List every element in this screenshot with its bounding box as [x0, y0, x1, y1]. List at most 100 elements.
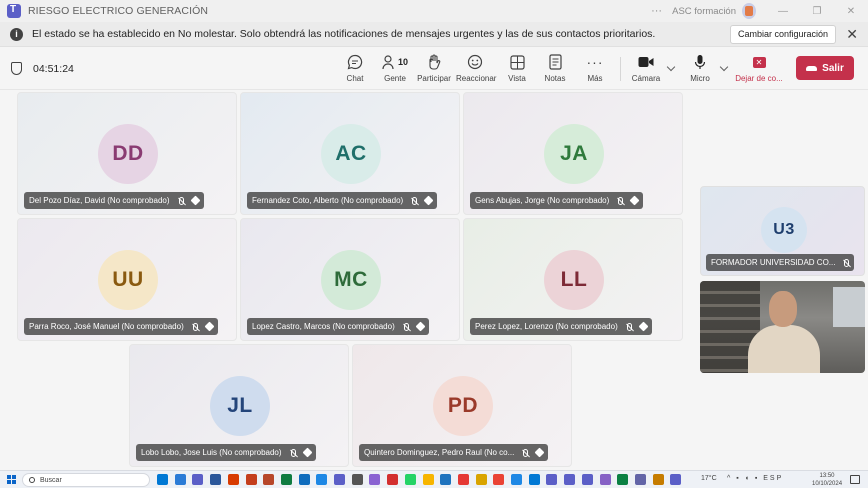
participant-avatar: PD — [433, 376, 493, 436]
taskbar-app-icon[interactable] — [263, 474, 275, 485]
system-tray-icons[interactable]: ^ ▪ ◖ ▪ ESP — [727, 475, 783, 482]
participant-name: Perez Lopez, Lorenzo (No comprobado) — [475, 322, 618, 331]
person-head — [769, 291, 797, 327]
participant-tile[interactable]: AC Fernandez Coto, Alberto (No comprobad… — [240, 92, 460, 215]
taskbar-app-icon[interactable] — [528, 474, 540, 485]
notifications-icon[interactable] — [850, 475, 860, 484]
participant-avatar: LL — [544, 250, 604, 310]
participant-tile[interactable]: PD Quintero Dominguez, Pedro Raul (No co… — [352, 344, 572, 467]
windows-taskbar: Buscar 17°C ^ ▪ ◖ ▪ ESP 13:50 10/10/2024 — [0, 470, 868, 488]
self-video-preview[interactable] — [700, 281, 865, 373]
leave-button[interactable]: Salir — [796, 56, 854, 80]
pin-icon[interactable] — [423, 195, 434, 206]
participant-tile[interactable]: MC Lopez Castro, Marcos (No comprobado) — [240, 218, 460, 341]
windows-start-icon[interactable] — [7, 475, 16, 484]
participant-name-tag: Lobo Lobo, Jose Luis (No comprobado) — [136, 444, 316, 461]
mic-muted-icon — [844, 258, 850, 267]
chat-label: Chat — [346, 74, 364, 83]
search-placeholder: Buscar — [40, 476, 62, 484]
taskbar-app-icon[interactable] — [511, 474, 522, 485]
pin-icon[interactable] — [534, 447, 545, 458]
taskbar-app-icon[interactable] — [652, 474, 664, 485]
taskbar-app-icon[interactable] — [546, 474, 558, 485]
microphone-label: Micro — [690, 74, 710, 83]
microphone-button[interactable]: Micro — [688, 53, 712, 85]
pin-icon[interactable] — [204, 321, 215, 332]
taskbar-app-icon[interactable] — [316, 474, 328, 485]
participant-name-tag: Parra Roco, José Manuel (No comprobado) — [24, 318, 218, 335]
profile-avatar-icon[interactable] — [742, 3, 756, 19]
taskbar-app-icon[interactable] — [475, 474, 487, 485]
info-icon: i — [10, 27, 23, 41]
taskbar-app-icon[interactable] — [564, 474, 576, 485]
leave-label: Salir — [822, 62, 844, 74]
taskbar-app-icon[interactable] — [174, 474, 186, 485]
taskbar-app-icon[interactable] — [157, 474, 168, 485]
pin-icon[interactable] — [415, 321, 426, 332]
participant-name-tag: Perez Lopez, Lorenzo (No comprobado) — [470, 318, 652, 335]
chat-button[interactable]: Chat — [343, 53, 367, 85]
taskbar-app-icon[interactable] — [493, 474, 505, 485]
taskbar-app-icon[interactable] — [334, 474, 345, 485]
pin-icon[interactable] — [638, 321, 649, 332]
mic-options-chevron-icon[interactable] — [719, 62, 729, 72]
taskbar-app-icon[interactable] — [298, 474, 310, 485]
title-more-button[interactable]: ··· — [651, 5, 662, 17]
minimize-button[interactable]: — — [766, 6, 800, 17]
taskbar-app-icon[interactable] — [404, 474, 416, 485]
taskbar-app-icon[interactable] — [210, 474, 222, 485]
taskbar-app-icon[interactable] — [670, 474, 682, 485]
participant-name: Quintero Dominguez, Pedro Raul (No co... — [364, 448, 515, 457]
participant-tile[interactable]: JA Gens Abujas, Jorge (No comprobado) — [463, 92, 683, 215]
weather-widget[interactable]: 17°C — [701, 475, 717, 482]
pin-icon[interactable] — [190, 195, 200, 206]
taskbar-app-icon[interactable] — [440, 474, 452, 485]
close-window-button[interactable]: ✕ — [834, 6, 868, 17]
taskbar-app-icon[interactable] — [351, 474, 363, 485]
taskbar-app-icon[interactable] — [634, 474, 646, 485]
smiley-icon — [467, 54, 483, 70]
taskbar-app-icon[interactable] — [581, 474, 593, 485]
taskbar-clock[interactable]: 13:50 10/10/2024 — [812, 472, 842, 488]
taskbar-app-icon[interactable] — [387, 474, 399, 485]
change-settings-button[interactable]: Cambiar configuración — [729, 25, 836, 44]
hand-icon — [429, 54, 441, 70]
clock-date: 10/10/2024 — [812, 481, 843, 487]
participant-name-tag: Lopez Castro, Marcos (No comprobado) — [247, 318, 429, 335]
participant-name-tag: FORMADOR UNIVERSIDAD CO... — [706, 254, 855, 271]
camera-button[interactable]: Cámara — [630, 53, 662, 85]
participant-avatar: JA — [544, 124, 604, 184]
camera-options-chevron-icon[interactable] — [666, 62, 676, 72]
react-button[interactable]: Reaccionar — [456, 53, 496, 85]
view-button[interactable]: Vista — [505, 53, 529, 85]
participant-tile[interactable]: DD Del Pozo Díaz, David (No comprobado) — [17, 92, 237, 215]
taskbar-search-input[interactable]: Buscar — [22, 473, 150, 487]
taskbar-app-icon[interactable] — [457, 474, 469, 485]
raise-hand-button[interactable]: Participar — [417, 53, 451, 85]
pin-icon[interactable] — [302, 447, 312, 458]
taskbar-app-icon[interactable] — [245, 474, 257, 485]
notes-button[interactable]: Notas — [543, 53, 567, 85]
hang-up-phone-icon — [806, 65, 818, 71]
taskbar-app-icon[interactable] — [280, 474, 292, 485]
taskbar-app-icon[interactable] — [369, 474, 381, 485]
taskbar-app-icon[interactable] — [227, 474, 239, 485]
participant-tile[interactable]: LL Perez Lopez, Lorenzo (No comprobado) — [463, 218, 683, 341]
maximize-button[interactable]: ❐ — [800, 6, 834, 17]
background-window — [833, 287, 865, 327]
pin-icon[interactable] — [629, 195, 640, 206]
banner-close-icon[interactable]: ✕ — [846, 25, 858, 43]
more-button[interactable]: ··· Más — [583, 53, 607, 85]
side-participant-tile[interactable]: U3 FORMADOR UNIVERSIDAD CO... — [700, 186, 865, 276]
taskbar-app-icon[interactable] — [599, 474, 611, 485]
participant-tile[interactable]: UU Parra Roco, José Manuel (No comprobad… — [17, 218, 237, 341]
organization-name[interactable]: ASC formación — [672, 6, 736, 17]
taskbar-app-icon[interactable] — [422, 474, 434, 485]
stop-sharing-button[interactable]: ✕ Dejar de co... — [734, 53, 784, 85]
people-button[interactable]: 10 Gente — [381, 53, 409, 85]
participant-name: Gens Abujas, Jorge (No comprobado) — [475, 196, 610, 205]
taskbar-app-icon[interactable] — [617, 474, 629, 485]
participant-name: Lobo Lobo, Jose Luis (No comprobado) — [141, 448, 282, 457]
participant-tile[interactable]: JL Lobo Lobo, Jose Luis (No comprobado) — [129, 344, 349, 467]
taskbar-app-icon[interactable] — [192, 474, 204, 485]
